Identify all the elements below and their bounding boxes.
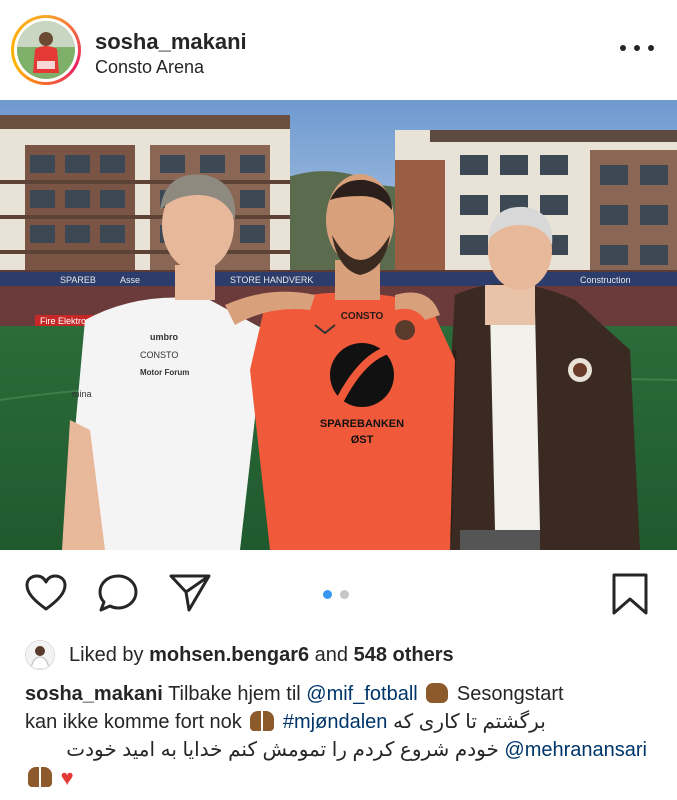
jersey-sponsor-2: ØST bbox=[351, 434, 374, 446]
board-text-2: STORE HANDVERK bbox=[230, 275, 313, 285]
heart-icon[interactable] bbox=[24, 573, 68, 618]
caption-mention-1[interactable]: @mif_fotball bbox=[306, 683, 417, 705]
avatar-photo bbox=[17, 21, 75, 79]
likes-others[interactable]: 548 others bbox=[354, 644, 454, 667]
shirt-text-3: mina bbox=[72, 389, 92, 399]
board-text-3: Asse bbox=[120, 275, 140, 285]
post-caption: sosha_makani Tilbake hjem til @mif_fotba… bbox=[25, 680, 655, 792]
board-text-5: Construction bbox=[580, 275, 631, 285]
post-header: sosha_makani Consto Arena bbox=[0, 0, 677, 100]
pray-emoji-icon bbox=[28, 767, 52, 787]
board-text-1: Fire Elektro bbox=[40, 316, 86, 326]
jersey-brand: CONSTO bbox=[341, 311, 384, 322]
caption-author[interactable]: sosha_makani bbox=[25, 683, 163, 705]
raised-hands-emoji-icon bbox=[250, 711, 275, 731]
caption-persian-2: خودم شروع کردم را تمومش کنم خدایا به امی… bbox=[66, 739, 499, 761]
caption-mention-2[interactable]: @mehranansari bbox=[504, 739, 647, 761]
caption-text-3: kan ikke komme fort nok bbox=[25, 711, 242, 733]
caption-text-1: Tilbake hjem til bbox=[168, 683, 301, 705]
likes-prefix: Liked by bbox=[69, 643, 144, 666]
caption-hashtag[interactable]: #mjøndalen bbox=[283, 711, 388, 733]
carousel-dot-1[interactable] bbox=[323, 590, 332, 599]
shirt-logo: umbro bbox=[150, 332, 179, 342]
liker-avatar[interactable] bbox=[25, 640, 55, 670]
carousel-indicator bbox=[323, 590, 349, 599]
shirt-text-2: Motor Forum bbox=[140, 368, 189, 377]
carousel-dot-2[interactable] bbox=[340, 590, 349, 599]
profile-avatar[interactable] bbox=[11, 15, 81, 85]
jersey-sponsor-1: SPAREBANKEN bbox=[320, 418, 404, 430]
caption-text-2: Sesongstart bbox=[456, 683, 564, 705]
board-text-4: SPAREB bbox=[60, 275, 96, 285]
more-options-icon[interactable] bbox=[620, 36, 654, 60]
bookmark-icon[interactable] bbox=[610, 572, 650, 621]
likes-and: and bbox=[314, 643, 349, 666]
liker-username[interactable]: mohsen.bengar6 bbox=[149, 644, 309, 667]
comment-icon[interactable] bbox=[96, 572, 140, 619]
post-username[interactable]: sosha_makani bbox=[95, 29, 247, 55]
post-photo[interactable]: SPAREB STORE HANDVERK Asse Construction … bbox=[0, 100, 677, 550]
caption-persian-1: برگشتم تا کاری که bbox=[392, 711, 546, 733]
photo-scene: SPAREB STORE HANDVERK Asse Construction … bbox=[0, 100, 677, 550]
likes-row: Liked by mohsen.bengar6 and 548 others bbox=[25, 640, 454, 670]
heart-emoji-icon: ♥ bbox=[60, 765, 74, 790]
fist-emoji-icon bbox=[426, 683, 449, 703]
shirt-text-1: CONSTO bbox=[140, 350, 178, 360]
share-icon[interactable] bbox=[168, 572, 212, 617]
post-location[interactable]: Consto Arena bbox=[95, 57, 204, 78]
